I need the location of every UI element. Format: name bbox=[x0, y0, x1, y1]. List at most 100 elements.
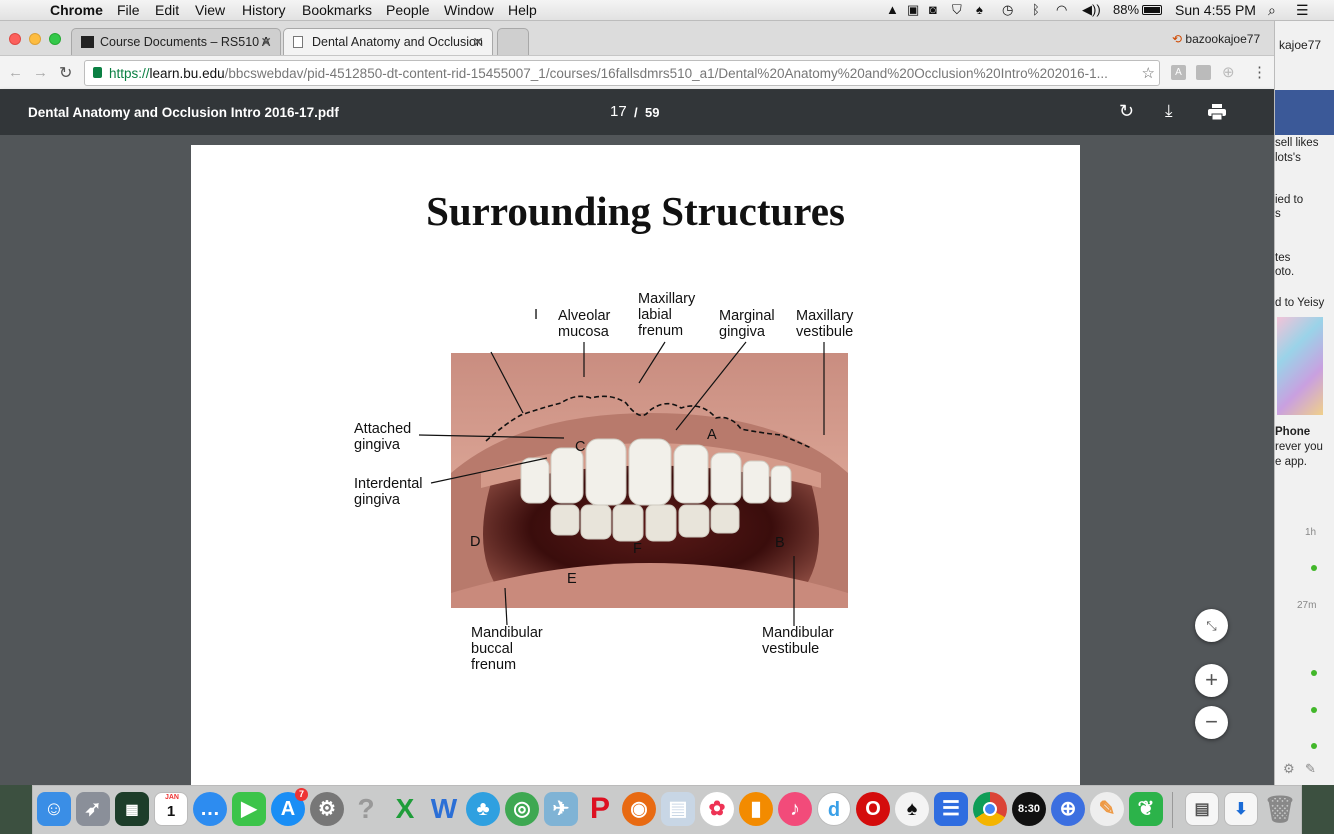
print-icon[interactable] bbox=[1208, 104, 1226, 120]
letter-f: F bbox=[633, 541, 642, 557]
profile-name[interactable]: ⟲ bazookajoe77 bbox=[1172, 32, 1260, 46]
volume-icon[interactable]: ◀)) bbox=[1082, 2, 1101, 18]
menu-history[interactable]: History bbox=[242, 2, 286, 18]
tab-course-documents[interactable]: Course Documents – RS510 A ✕ bbox=[71, 28, 281, 55]
shield-tray-icon[interactable]: ⛉ bbox=[952, 2, 962, 18]
ibooks-icon[interactable]: ▮ bbox=[739, 792, 773, 826]
close-tab-icon[interactable]: ✕ bbox=[472, 34, 484, 51]
battery-icon[interactable] bbox=[1142, 5, 1162, 15]
new-tab-button[interactable] bbox=[497, 28, 529, 55]
itunes-icon[interactable]: ♪ bbox=[778, 792, 812, 826]
chrome-icon[interactable] bbox=[973, 792, 1007, 826]
close-window-button[interactable] bbox=[9, 33, 21, 45]
downloads-stack-icon[interactable]: ⬇ bbox=[1224, 792, 1258, 826]
word-icon[interactable]: W bbox=[427, 792, 461, 826]
macos-menubar: Chrome File Edit View History Bookmarks … bbox=[0, 0, 1334, 21]
chrome-menu-icon[interactable]: ⋮ bbox=[1252, 63, 1267, 81]
back-button[interactable]: ← bbox=[8, 64, 23, 81]
menu-window[interactable]: Window bbox=[444, 2, 494, 18]
bookmark-star-icon[interactable]: ☆ bbox=[1141, 64, 1155, 82]
bluetooth-icon[interactable]: ᛒ bbox=[1032, 2, 1040, 17]
team-icon[interactable]: ♣ bbox=[466, 792, 500, 826]
compose-icon[interactable]: ✎ bbox=[1305, 761, 1316, 777]
sync-icon: ⟲ bbox=[1172, 32, 1186, 46]
preview-icon[interactable]: ✈ bbox=[544, 792, 578, 826]
notification-center-icon[interactable]: ☰ bbox=[1296, 2, 1309, 19]
launchpad-icon[interactable]: ➶ bbox=[76, 792, 110, 826]
pdf-viewer[interactable]: Surrounding Structures I Alveolar mucosa… bbox=[0, 135, 1274, 785]
zoom-in-button[interactable]: + bbox=[1195, 664, 1228, 697]
battery-percent[interactable]: 88% bbox=[1113, 2, 1139, 17]
extension-icon[interactable] bbox=[1196, 65, 1211, 80]
message-snippet: tes bbox=[1275, 252, 1291, 264]
clock[interactable]: Sun 4:55 PM bbox=[1175, 2, 1256, 18]
excel-icon[interactable]: X bbox=[388, 792, 422, 826]
image-capture-icon[interactable]: ▤ bbox=[661, 792, 695, 826]
facetime-icon[interactable]: ▶ bbox=[232, 792, 266, 826]
help-icon[interactable]: ? bbox=[349, 792, 383, 826]
tray-app-icon[interactable]: ▣ bbox=[907, 2, 919, 18]
letter-e: E bbox=[567, 571, 577, 587]
finder-icon[interactable]: ☺ bbox=[37, 792, 71, 826]
menu-help[interactable]: Help bbox=[508, 2, 537, 18]
evernote-tray-icon[interactable]: ▲ bbox=[886, 2, 899, 17]
page-separator: / bbox=[634, 105, 638, 120]
firefox-icon[interactable]: ◉ bbox=[622, 792, 656, 826]
close-tab-icon[interactable]: ✕ bbox=[260, 34, 272, 51]
settings-gear-icon[interactable]: ⚙ bbox=[1283, 761, 1295, 777]
bell-tray-icon[interactable]: ♠ bbox=[976, 2, 983, 17]
opera-icon[interactable]: O bbox=[856, 792, 890, 826]
app-store-icon[interactable]: A7 bbox=[271, 788, 308, 826]
calendar-icon[interactable]: JAN 1 bbox=[154, 792, 188, 826]
notes-list-icon[interactable]: ☰ bbox=[934, 792, 968, 826]
spades-icon[interactable]: ♠ bbox=[895, 792, 929, 826]
menu-people[interactable]: People bbox=[386, 2, 430, 18]
system-preferences-icon[interactable]: ⚙ bbox=[310, 792, 344, 826]
time-machine-icon[interactable]: ◷ bbox=[1002, 2, 1013, 18]
online-dot bbox=[1311, 707, 1317, 713]
tray-app-icon-2[interactable]: ◙ bbox=[929, 2, 937, 17]
clock-widget-icon[interactable]: 8:30 bbox=[1012, 792, 1046, 826]
message-snippet: Phone bbox=[1275, 426, 1311, 438]
dictionary-icon[interactable]: d bbox=[817, 792, 851, 826]
page-number-input[interactable]: 17 bbox=[610, 103, 627, 120]
label-marginal-gingiva: Marginal gingiva bbox=[719, 308, 775, 340]
extension-a-icon[interactable]: A bbox=[1171, 65, 1186, 80]
pdf-filename: Dental Anatomy and Occlusion Intro 2016-… bbox=[28, 105, 339, 120]
fit-to-page-button[interactable]: ⤡ bbox=[1195, 609, 1228, 642]
download-extension-icon[interactable]: ⊕ bbox=[1222, 63, 1235, 81]
spotlight-icon[interactable]: ⌕ bbox=[1268, 2, 1276, 19]
message-snippet: lots's bbox=[1275, 152, 1301, 164]
label-maxillary-vestibule: Maxillary vestibule bbox=[796, 308, 854, 340]
label-mandibular-vestibule: Mandibular vestibule bbox=[762, 625, 834, 657]
photos-icon[interactable]: ✿ bbox=[700, 792, 734, 826]
menu-view[interactable]: View bbox=[195, 2, 225, 18]
zoom-window-button[interactable] bbox=[49, 33, 61, 45]
safari-like-icon[interactable]: ⊕ bbox=[1051, 792, 1085, 826]
wifi-icon[interactable]: ◠ bbox=[1056, 2, 1067, 18]
address-bar[interactable]: https://learn.bu.edu/bbcswebdav/pid-4512… bbox=[84, 60, 1160, 86]
menu-edit[interactable]: Edit bbox=[155, 2, 179, 18]
powerpoint-icon[interactable]: P bbox=[583, 792, 617, 826]
menu-file[interactable]: File bbox=[117, 2, 140, 18]
messages-icon[interactable]: … bbox=[193, 792, 227, 826]
reload-button[interactable]: ↻ bbox=[59, 63, 72, 83]
menu-app-name[interactable]: Chrome bbox=[50, 2, 103, 18]
evernote-icon[interactable]: ❦ bbox=[1129, 792, 1163, 826]
background-window: kajoe77 sell likes lots's ied to s tes o… bbox=[1274, 21, 1334, 785]
tab-dental-anatomy[interactable]: Dental Anatomy and Occlusion ✕ bbox=[283, 28, 493, 55]
globe-icon[interactable]: ◎ bbox=[505, 792, 539, 826]
documents-stack-icon[interactable]: ▤ bbox=[1185, 792, 1219, 826]
activity-monitor-icon[interactable]: ▦ bbox=[115, 792, 149, 826]
download-icon[interactable]: ⤓ bbox=[1165, 101, 1173, 121]
timestamp: 27m bbox=[1297, 600, 1317, 611]
paint-icon[interactable]: ✎ bbox=[1090, 792, 1124, 826]
forward-button[interactable]: → bbox=[33, 64, 48, 81]
rotate-icon[interactable]: ↻ bbox=[1119, 101, 1134, 122]
zoom-out-button[interactable]: − bbox=[1195, 706, 1228, 739]
menu-bookmarks[interactable]: Bookmarks bbox=[302, 2, 372, 18]
message-snippet: d to Yeisy bbox=[1275, 297, 1325, 309]
trash-icon[interactable]: 🗑 bbox=[1263, 792, 1297, 826]
minimize-window-button[interactable] bbox=[29, 33, 41, 45]
page-total: 59 bbox=[645, 105, 660, 120]
